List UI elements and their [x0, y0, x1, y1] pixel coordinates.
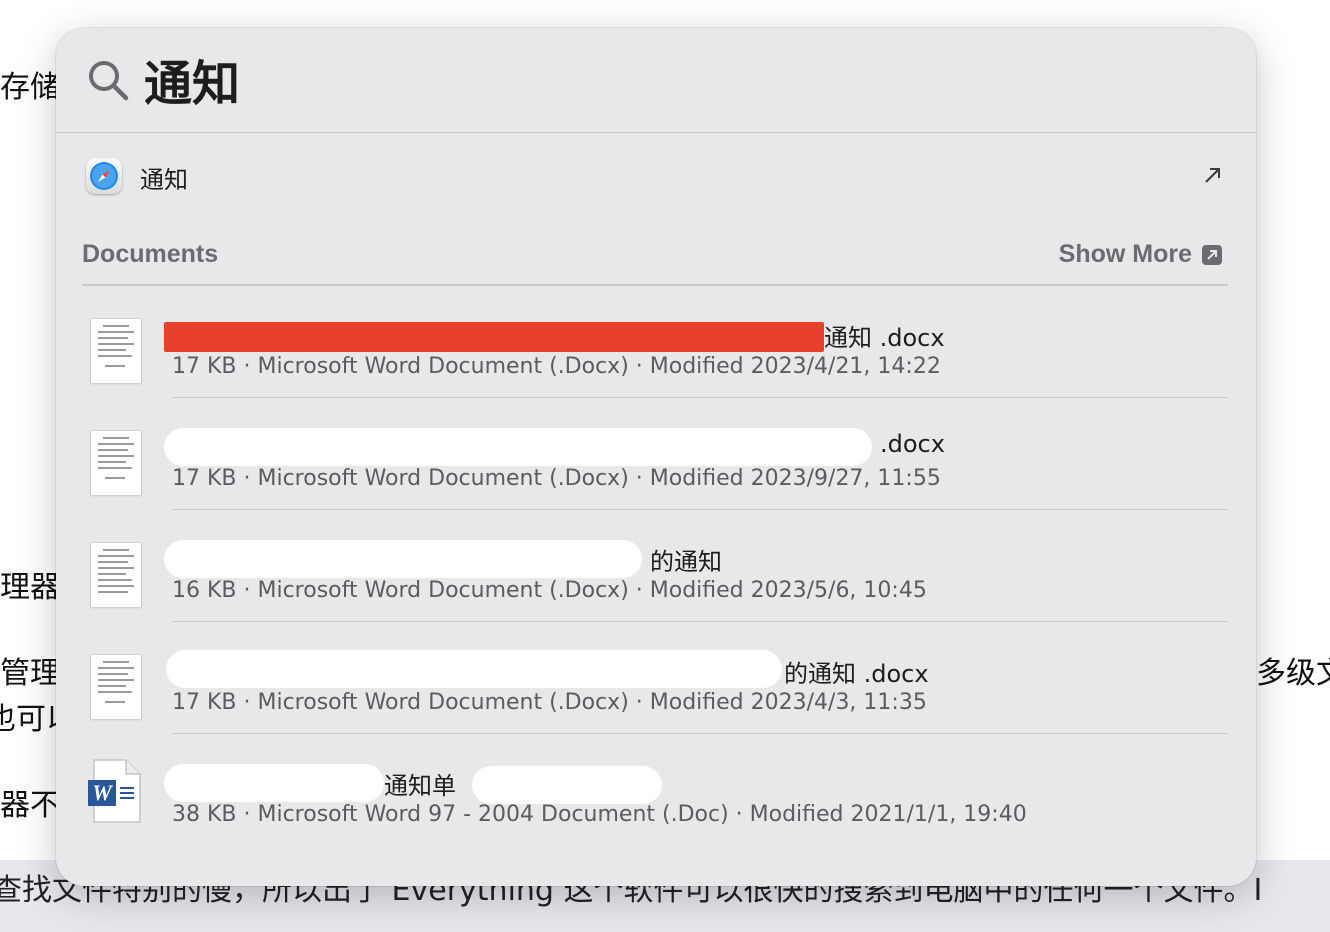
top-hit-label: 通知: [140, 166, 188, 194]
result-metadata: 17 KB · Microsoft Word Document (.Docx) …: [172, 466, 941, 491]
result-name-text: 的通知 .docx: [784, 660, 929, 688]
result-metadata: 17 KB · Microsoft Word Document (.Docx) …: [172, 690, 927, 715]
list-item[interactable]: 的通知 .docx 17 KB · Microsoft Word Documen…: [82, 622, 1228, 734]
result-metadata: 38 KB · Microsoft Word 97 - 2004 Documen…: [172, 802, 1027, 827]
list-item[interactable]: 的通知 16 KB · Microsoft Word Document (.Do…: [82, 510, 1228, 622]
list-item[interactable]: .docx 17 KB · Microsoft Word Document (.…: [82, 398, 1228, 510]
background-text-fragment: 存储: [0, 70, 60, 105]
svg-text:W: W: [92, 780, 113, 805]
magnifying-glass-icon: [89, 61, 129, 101]
results-list: 通知 .docx 17 KB · Microsoft Word Document…: [82, 286, 1228, 846]
show-more-label: Show More: [1058, 240, 1192, 268]
external-arrow-icon: [1202, 244, 1222, 265]
docx-thumbnail-icon: [91, 431, 141, 495]
result-metadata: 16 KB · Microsoft Word Document (.Docx) …: [172, 578, 927, 603]
search-bar: [56, 28, 1256, 133]
open-arrow-icon[interactable]: [1202, 164, 1224, 186]
redaction-mark: [472, 766, 662, 804]
result-name-text: 的通知: [650, 548, 722, 576]
top-hit-row[interactable]: 通知: [80, 146, 1232, 206]
background-text-fragment: 器不: [0, 788, 60, 823]
list-item[interactable]: 通知 .docx 17 KB · Microsoft Word Document…: [82, 286, 1228, 398]
result-metadata: 17 KB · Microsoft Word Document (.Docx) …: [172, 354, 941, 379]
background-text-fragment: 理器: [0, 570, 60, 605]
redaction-mark: [164, 764, 384, 802]
docx-thumbnail-icon: [91, 543, 141, 607]
word-doc-icon: W: [88, 759, 141, 823]
docx-thumbnail-icon: [91, 655, 141, 719]
show-more-button[interactable]: Show More: [1059, 240, 1222, 269]
list-item[interactable]: W 通知单 38 KB · Microsoft Word 97 - 2004 D…: [82, 734, 1228, 846]
background-text-fragment: 管理: [0, 656, 60, 691]
background-text-fragment: 多级文: [1256, 656, 1330, 691]
result-name-text: 通知 .docx: [824, 324, 945, 352]
search-input[interactable]: [144, 46, 1144, 112]
result-name-text: 通知单: [384, 772, 456, 800]
redaction-mark: [164, 428, 872, 466]
safari-icon: [86, 158, 122, 194]
redaction-mark: [164, 322, 824, 352]
result-name-text: .docx: [880, 430, 945, 458]
docx-thumbnail-icon: [91, 319, 141, 383]
spotlight-panel: 通知 Documents Show More: [56, 28, 1256, 886]
section-title: Documents: [82, 240, 219, 268]
redaction-mark: [164, 540, 642, 578]
redaction-mark: [166, 650, 782, 688]
documents-section-header: Documents Show More: [82, 238, 1228, 286]
